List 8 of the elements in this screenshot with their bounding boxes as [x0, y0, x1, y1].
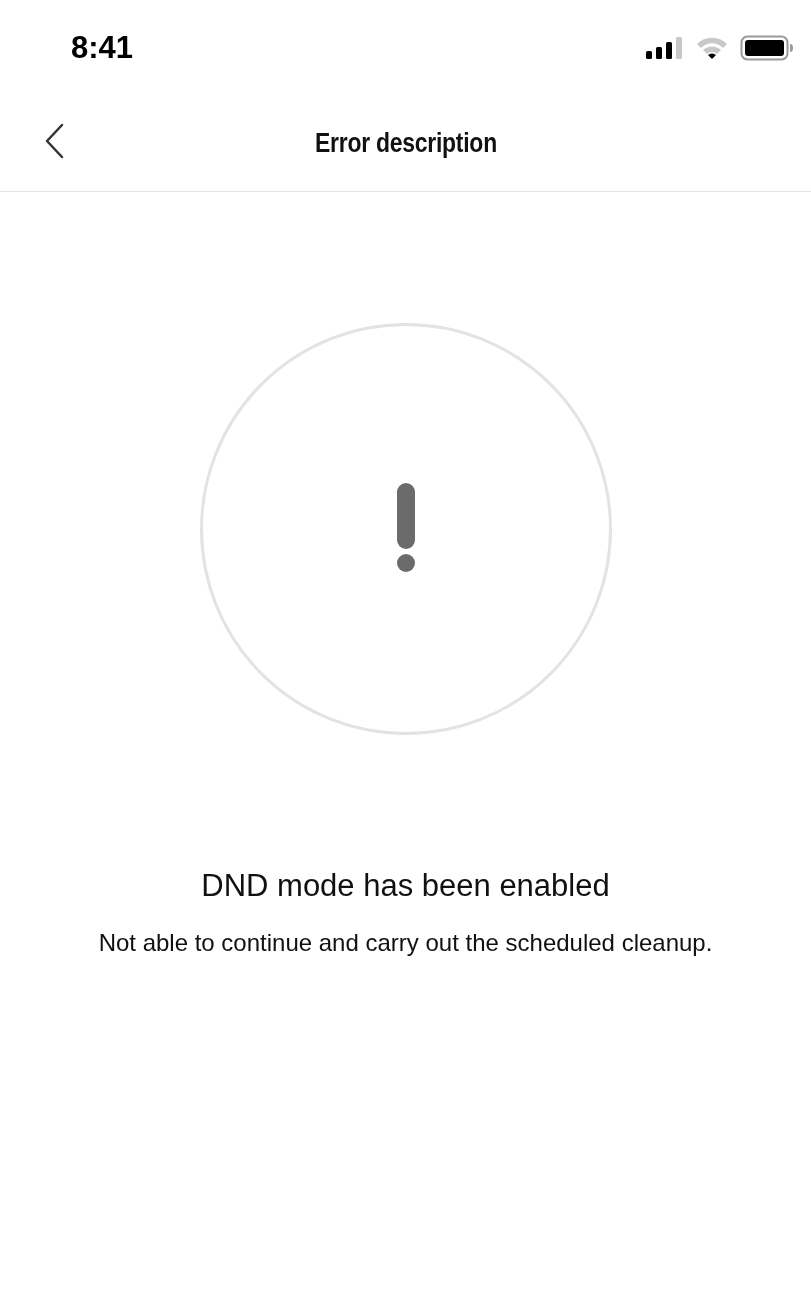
cellular-signal-icon [646, 36, 684, 59]
status-time: 8:41 [71, 29, 134, 66]
battery-icon [740, 34, 794, 61]
wifi-icon [696, 35, 728, 60]
error-title: DND mode has been enabled [201, 868, 610, 904]
error-icon [199, 323, 612, 735]
error-description: Not able to continue and carry out the scheduled cleanup. [97, 928, 714, 958]
screen-title: Error description [314, 127, 497, 159]
